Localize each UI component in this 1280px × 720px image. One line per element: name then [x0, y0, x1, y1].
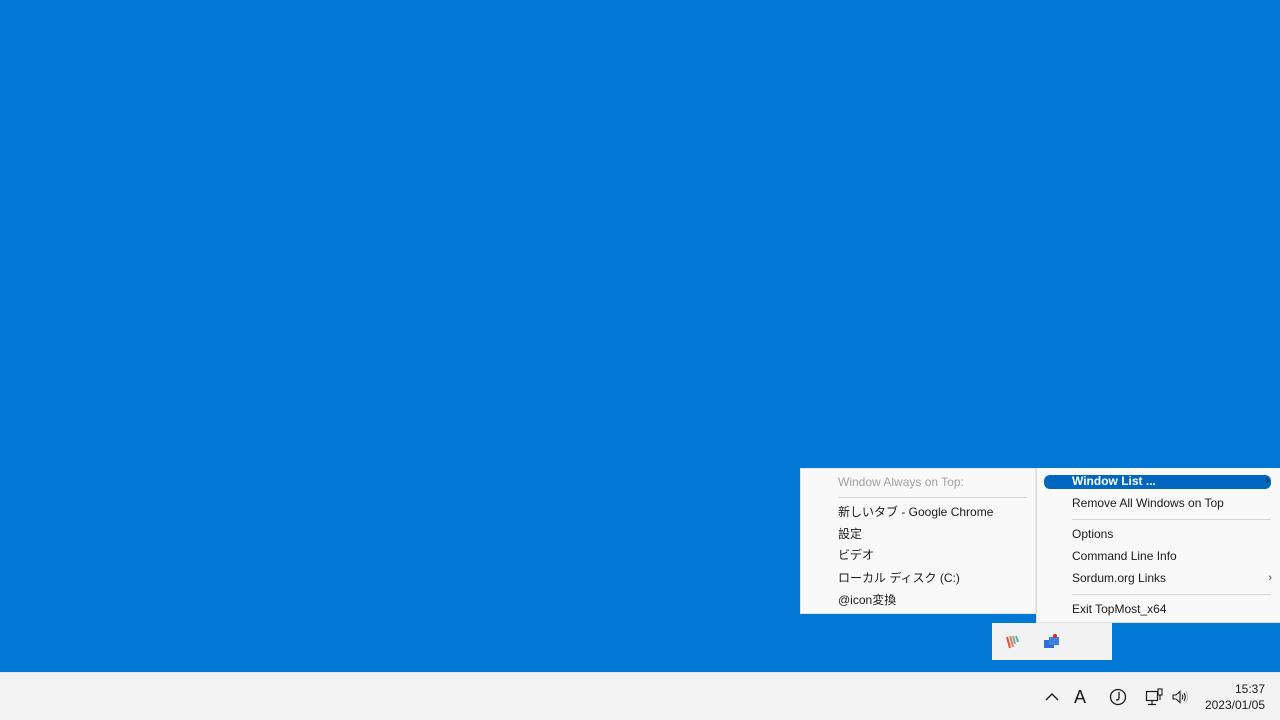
- tray-context-menu: Window List ... › Remove All Windows on …: [1036, 468, 1280, 623]
- window-list-item[interactable]: ビデオ: [801, 545, 1035, 566]
- menu-item-label: Options: [1072, 527, 1114, 541]
- ime-letter: A: [1073, 686, 1086, 707]
- taskbar: A 15:37 2023/01/05: [0, 672, 1280, 720]
- menu-item-exit[interactable]: Exit TopMost_x64: [1037, 599, 1280, 620]
- ime-mode-indicator[interactable]: A: [1070, 685, 1090, 709]
- menu-item-window-list[interactable]: Window List ... ›: [1044, 475, 1271, 489]
- menu-separator: [838, 497, 1027, 498]
- menu-item-remove-all[interactable]: Remove All Windows on Top: [1037, 493, 1280, 514]
- menu-item-label: Remove All Windows on Top: [1072, 496, 1224, 510]
- menu-item-options[interactable]: Options: [1037, 524, 1280, 545]
- volume-icon[interactable]: [1170, 685, 1190, 709]
- clock-date: 2023/01/05: [1204, 698, 1265, 712]
- network-icon[interactable]: [1145, 685, 1165, 709]
- clock-app-icon[interactable]: [1107, 685, 1129, 709]
- menu-item-label: Sordum.org Links: [1072, 571, 1167, 585]
- menu-item-label: Command Line Info: [1072, 549, 1177, 563]
- topmost-app-icon[interactable]: [1041, 631, 1063, 653]
- window-list-submenu: Window Always on Top: 新しいタブ - Google Chr…: [800, 468, 1036, 614]
- tray-overflow-flyout: [992, 623, 1112, 660]
- menu-item-label: Window List ...: [1072, 474, 1156, 488]
- menu-separator: [1072, 519, 1271, 520]
- menu-separator: [1072, 594, 1271, 595]
- menu-item-command-line-info[interactable]: Command Line Info: [1037, 546, 1280, 567]
- show-hidden-icons-button[interactable]: [1042, 685, 1062, 709]
- menu-item-sordum-links[interactable]: Sordum.org Links ›: [1037, 568, 1280, 589]
- window-list-item[interactable]: @icon変換: [801, 590, 1035, 611]
- window-list-item[interactable]: 新しいタブ - Google Chrome: [801, 502, 1035, 523]
- chevron-right-icon: ›: [1265, 475, 1269, 487]
- chevron-up-icon: [1045, 693, 1059, 701]
- app-stripes-icon[interactable]: [1002, 631, 1024, 653]
- taskbar-clock[interactable]: 15:37 2023/01/05: [1205, 681, 1265, 713]
- window-list-item[interactable]: ローカル ディスク (C:): [801, 568, 1035, 589]
- clock-time: 15:37: [1234, 682, 1265, 696]
- window-list-header: Window Always on Top:: [838, 475, 964, 489]
- chevron-right-icon: ›: [1268, 572, 1272, 584]
- menu-item-label: Exit TopMost_x64: [1072, 602, 1167, 616]
- window-list-item[interactable]: 設定: [801, 524, 1035, 545]
